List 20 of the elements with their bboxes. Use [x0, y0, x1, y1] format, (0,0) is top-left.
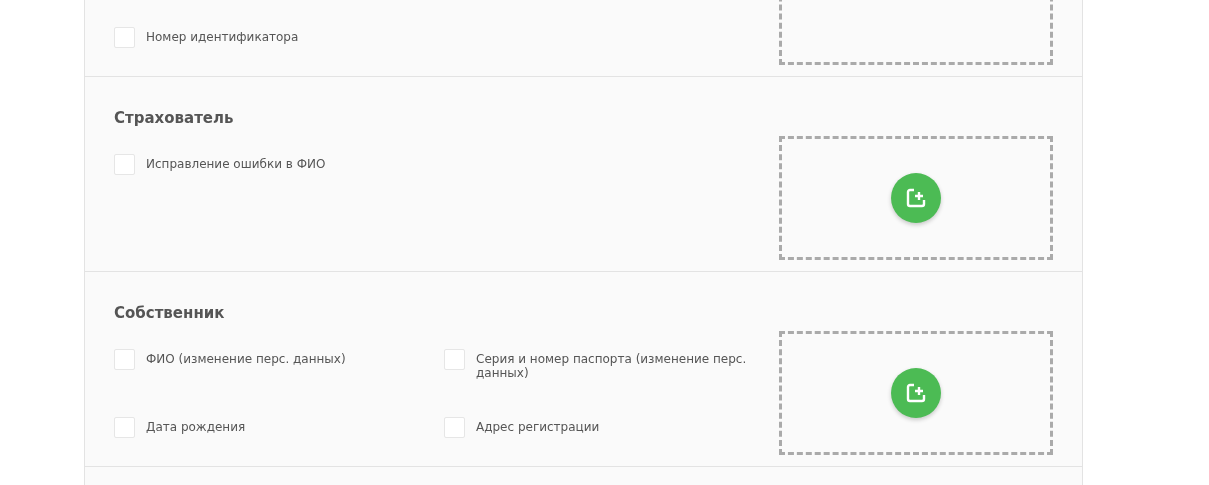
- add-file-icon: [905, 187, 927, 209]
- checkbox-label: Серия и номер паспорта (изменение перс. данных): [476, 351, 748, 380]
- checkbox[interactable]: [444, 349, 465, 370]
- checkbox[interactable]: [114, 349, 135, 370]
- section-title: Страхователь: [114, 108, 235, 129]
- checkbox[interactable]: [114, 27, 135, 48]
- add-file-icon: [905, 382, 927, 404]
- checkbox-label: Адрес регистрации: [476, 419, 601, 434]
- checkbox[interactable]: [444, 417, 465, 438]
- checkbox-label: ФИО (изменение перс. данных): [146, 351, 347, 366]
- checkbox-label: Номер идентификатора: [146, 29, 300, 44]
- checkbox[interactable]: [114, 154, 135, 175]
- checkbox[interactable]: [114, 417, 135, 438]
- upload-dropzone[interactable]: [779, 136, 1053, 260]
- add-file-button[interactable]: [891, 173, 941, 223]
- add-file-button[interactable]: [891, 368, 941, 418]
- section-title: Собственник: [114, 303, 226, 324]
- checkbox-label: Исправление ошибки в ФИО: [146, 156, 327, 171]
- upload-dropzone[interactable]: [779, 331, 1053, 455]
- checkbox-label: Дата рождения: [146, 419, 247, 434]
